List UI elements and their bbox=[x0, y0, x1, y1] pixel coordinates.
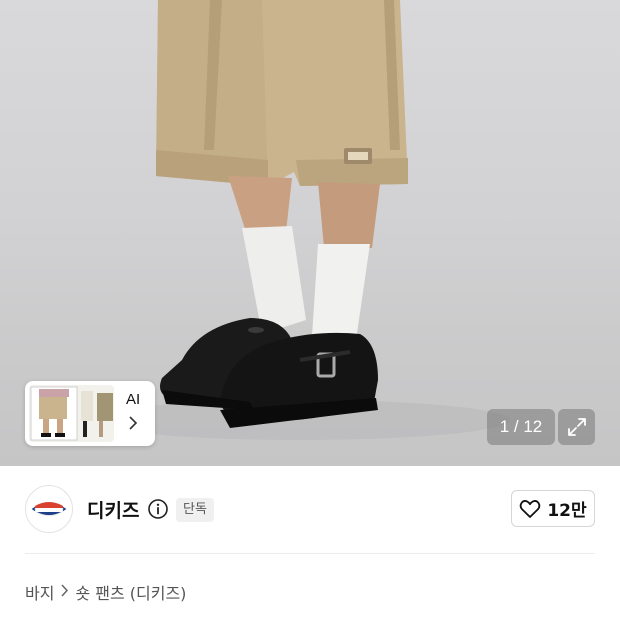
info-icon[interactable] bbox=[147, 498, 169, 520]
breadcrumb-item-pants[interactable]: 바지 bbox=[25, 580, 54, 604]
product-page: AI 1 / 12 디키즈 단독 12만 바지 숏 팬츠 (디키즈) bbox=[0, 0, 620, 620]
brand-row: 디키즈 단독 12만 bbox=[0, 466, 620, 554]
brand-name[interactable]: 디키즈 bbox=[87, 496, 139, 523]
expand-icon bbox=[567, 418, 586, 436]
ai-label: AI bbox=[126, 391, 141, 408]
breadcrumb: 바지 숏 팬츠 (디키즈) bbox=[25, 580, 186, 604]
chevron-right-icon bbox=[128, 416, 138, 434]
expand-button[interactable] bbox=[558, 409, 595, 445]
brand-logo[interactable] bbox=[25, 485, 73, 533]
chevron-right-icon bbox=[60, 583, 69, 601]
exclusive-badge: 단독 bbox=[176, 498, 214, 522]
like-count: 12만 bbox=[547, 501, 587, 521]
ai-thumbnail-strip[interactable]: AI bbox=[25, 381, 155, 446]
breadcrumb-item-short-pants[interactable]: 숏 팬츠 (디키즈) bbox=[75, 580, 186, 604]
product-image-carousel[interactable]: AI 1 / 12 bbox=[0, 0, 620, 466]
image-counter: 1 / 12 bbox=[487, 409, 555, 445]
divider bbox=[25, 553, 595, 554]
like-button[interactable]: 12만 bbox=[511, 490, 595, 527]
thumbnail-images bbox=[29, 385, 114, 442]
heart-icon bbox=[520, 499, 541, 518]
